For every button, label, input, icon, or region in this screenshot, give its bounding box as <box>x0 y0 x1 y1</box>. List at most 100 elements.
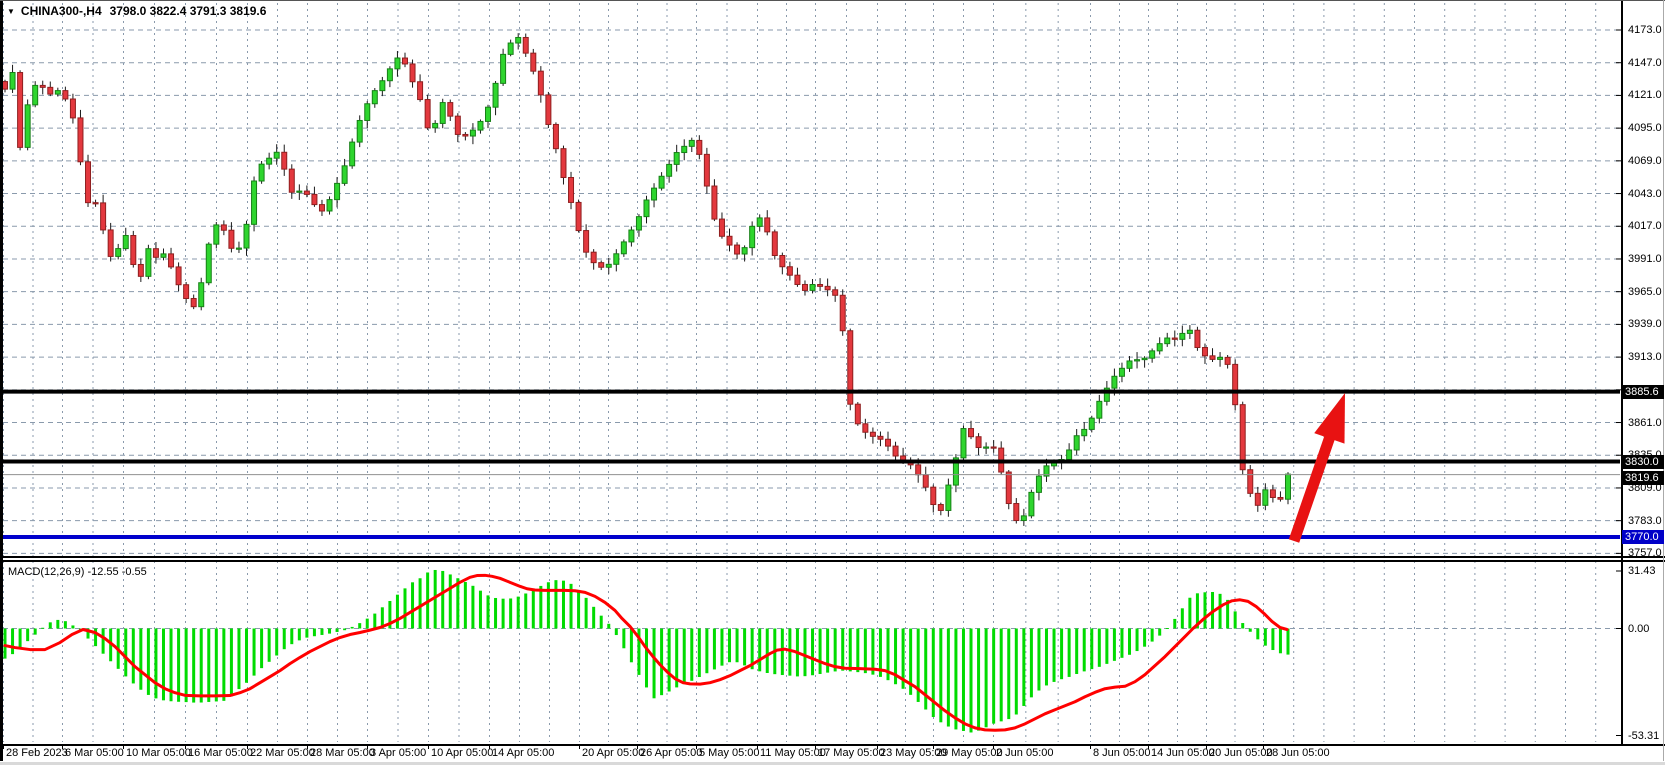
candle-bear <box>40 85 45 87</box>
macd-histogram-bar <box>487 595 490 628</box>
macd-histogram-bar <box>728 629 731 663</box>
macd-histogram-bar <box>1166 628 1169 629</box>
time-axis-label: 6 Mar 05:00 <box>65 746 124 760</box>
price-axis-label: 4069.0 <box>1628 154 1662 168</box>
candle-bull <box>387 69 392 81</box>
macd-histogram-bar <box>11 629 14 655</box>
macd-histogram-bar <box>517 597 520 629</box>
macd-histogram-bar <box>449 574 452 628</box>
candle-bear <box>863 424 868 432</box>
macd-histogram-bar <box>1203 592 1206 628</box>
candle-bear <box>176 267 181 285</box>
macd-histogram-bar <box>554 580 557 628</box>
candle-bear <box>101 203 106 230</box>
macd-histogram-bar <box>562 581 565 629</box>
macd-histogram-bar <box>758 629 761 672</box>
macd-histogram-bar <box>585 598 588 629</box>
candle-bull <box>55 91 60 95</box>
candle-bear <box>923 475 928 487</box>
candle-bear <box>3 82 8 90</box>
candle-bull <box>395 58 400 69</box>
arrow-shaft <box>1294 433 1331 541</box>
symbol-name: CHINA300-,H4 <box>21 4 102 18</box>
candle-bull <box>1082 429 1087 435</box>
time-axis-label: 14 Jun 05:00 <box>1151 746 1215 760</box>
trend-arrow-annotation[interactable] <box>1294 393 1345 541</box>
candle-bull <box>984 447 989 448</box>
candle-bear <box>870 432 875 436</box>
macd-histogram-bar <box>977 629 980 731</box>
candle-bull <box>1263 490 1268 505</box>
level-lines <box>3 392 1620 537</box>
candle-bull <box>636 217 641 230</box>
macd-histogram-bar <box>373 614 376 629</box>
macd-histogram-bar <box>222 629 225 701</box>
macd-histogram-bar <box>720 629 723 666</box>
macd-histogram-bar <box>766 629 769 674</box>
macd-histogram-bar <box>192 629 195 703</box>
time-axis-label: 10 Apr 05:00 <box>431 746 493 760</box>
candle-bear <box>319 205 324 211</box>
time-axis-label: 28 Jun 05:00 <box>1266 746 1330 760</box>
macd-histogram-bar <box>668 629 671 692</box>
candle-bear <box>1210 356 1215 360</box>
candle-bear <box>712 186 717 219</box>
candle-bull <box>342 166 347 184</box>
candle-bear <box>229 230 234 248</box>
candle-bear <box>765 218 770 232</box>
candle-bear <box>78 118 83 162</box>
candle-bull <box>486 107 491 121</box>
candle-bull <box>1074 436 1079 450</box>
time-axis-label: 22 Mar 05:00 <box>250 746 315 760</box>
candle-bull <box>652 188 657 200</box>
macd-histogram-bar <box>336 629 339 632</box>
candle-bull <box>1187 330 1192 333</box>
macd-histogram-bar <box>600 616 603 629</box>
current-price-badge: 3819.6 <box>1622 471 1664 485</box>
candle-bull <box>1150 351 1155 358</box>
candle-bear <box>86 162 91 203</box>
candle-bear <box>410 64 415 82</box>
candle-bear <box>833 290 838 296</box>
macd-histogram-bar <box>992 629 995 724</box>
candle-bull <box>267 158 272 164</box>
candle-bear <box>1225 357 1230 364</box>
symbol-title: ▼CHINA300-,H43798.0 3822.4 3791.3 3819.6 <box>7 4 266 18</box>
price-axis-label: 4173.0 <box>1628 23 1662 37</box>
macd-histogram-bar <box>441 571 444 629</box>
macd-histogram-bar <box>1120 629 1123 658</box>
candle-bear <box>893 446 898 456</box>
candle-bear <box>916 465 921 475</box>
macd-histogram-bar <box>56 620 59 629</box>
candle-bull <box>1135 360 1140 361</box>
macd-histogram-bar <box>1286 629 1289 655</box>
candle-bull <box>750 226 755 247</box>
macd-histogram-bar <box>1113 629 1116 661</box>
candle-bear <box>108 230 113 256</box>
macd-histogram-bar <box>1083 629 1086 672</box>
macd-histogram-bar <box>690 629 693 681</box>
candle-bull <box>433 123 438 127</box>
macd-histogram-bar <box>1045 629 1048 686</box>
candle-bull <box>1112 376 1117 388</box>
macd-histogram-bar <box>358 623 361 628</box>
candle-bull <box>1036 476 1041 492</box>
macd-histogram-bar <box>1098 629 1101 667</box>
macd-axis-label: -53.31 <box>1628 729 1659 743</box>
candle-bear <box>93 203 98 204</box>
frame <box>0 0 1665 761</box>
candle-bull <box>161 254 166 257</box>
trading-chart-window: ▼CHINA300-,H43798.0 3822.4 3791.3 3819.6… <box>0 0 1665 765</box>
candle-bull <box>1142 358 1147 359</box>
candle-bear <box>1248 470 1253 494</box>
macd-histogram-bar <box>411 582 414 628</box>
macd-histogram-bar <box>313 629 316 637</box>
macd-histogram-bar <box>1030 629 1033 698</box>
candle-bull <box>327 200 332 211</box>
macd-histogram-bar <box>1015 629 1018 715</box>
candle-bear <box>418 82 423 100</box>
candle-bull <box>621 242 626 254</box>
candle-bear <box>931 487 936 504</box>
chart-canvas[interactable] <box>0 0 1665 765</box>
price-axis-label: 4017.0 <box>1628 219 1662 233</box>
